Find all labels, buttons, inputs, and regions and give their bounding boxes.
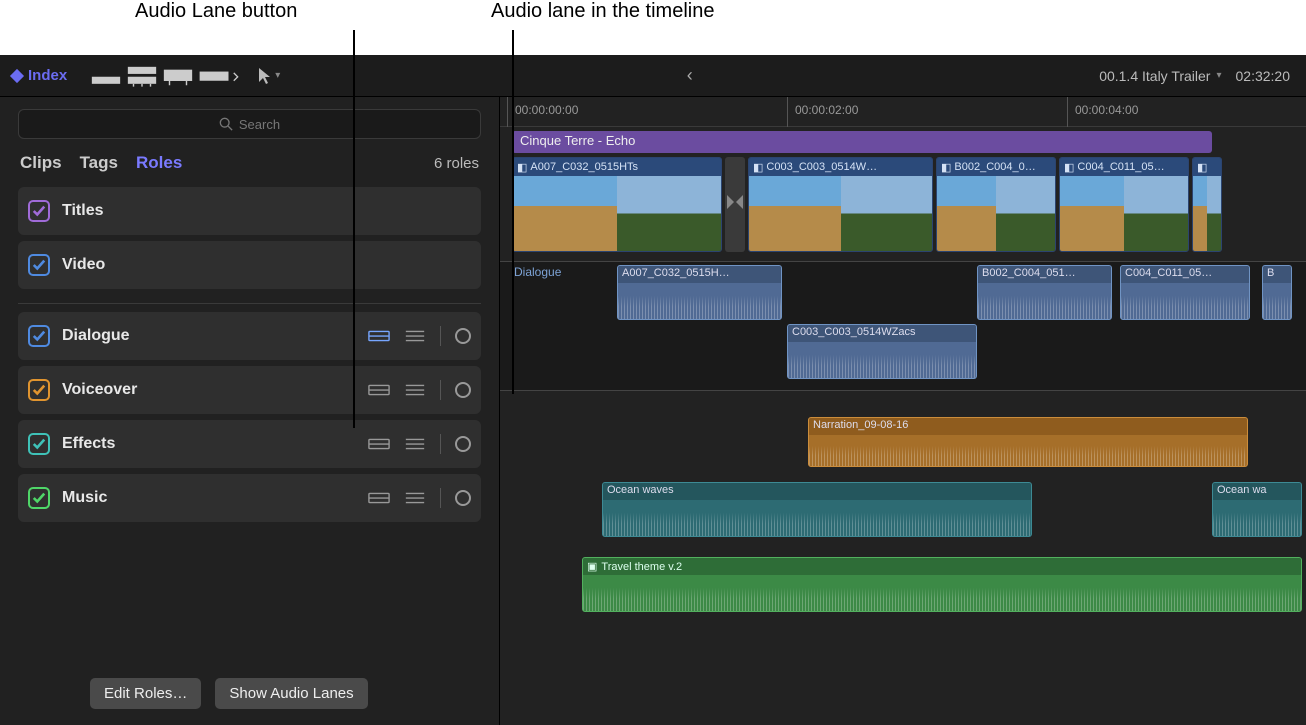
role-row-music[interactable]: Music (18, 474, 481, 522)
transition-icon[interactable] (725, 157, 745, 252)
audio-clip[interactable]: Ocean wa (1212, 482, 1302, 537)
dialogue-lane-label: Dialogue (514, 265, 561, 279)
audio-lane-icon[interactable] (368, 328, 390, 344)
audio-clip[interactable]: B (1262, 265, 1292, 320)
ruler-tick: 00:00:02:00 (795, 103, 858, 117)
annotation-audio-lane-timeline: Audio lane in the timeline (491, 0, 714, 23)
index-diamond-icon (10, 68, 24, 82)
primary-storyline: ◧A007_C032_0515HTs ◧C003_C003_0514W… ◧B0… (512, 157, 1302, 252)
clip-label: C003_C003_0514W… (766, 161, 877, 173)
audio-clip[interactable]: Ocean waves (602, 482, 1032, 537)
clip-appearance-2[interactable] (125, 63, 159, 89)
tab-tags[interactable]: Tags (80, 153, 118, 173)
index-tabs: Clips Tags Roles 6 roles (0, 139, 499, 183)
clip-appearance-4[interactable] (197, 63, 239, 89)
role-row-titles[interactable]: Titles (18, 187, 481, 235)
role-row-voiceover[interactable]: Voiceover (18, 366, 481, 414)
role-checkbox[interactable] (28, 487, 50, 509)
clip-label: C004_C011_05… (1125, 267, 1212, 279)
annotation-audio-lane-button: Audio Lane button (135, 0, 297, 23)
clip-label: C003_C003_0514WZacs (792, 326, 916, 338)
clip-label: Narration_09-08-16 (813, 419, 908, 431)
video-clip[interactable]: ◧A007_C032_0515HTs (512, 157, 722, 252)
show-subroles-icon[interactable] (404, 328, 426, 344)
audio-clip[interactable]: B002_C004_051… (977, 265, 1112, 320)
timeline-back-button[interactable]: ‹ (667, 65, 713, 86)
audio-clip[interactable]: Narration_09-08-16 (808, 417, 1248, 467)
audio-clip[interactable]: C004_C011_05… (1120, 265, 1250, 320)
clip-appearance-1[interactable] (89, 63, 123, 89)
roles-footer: Edit Roles… Show Audio Lanes (0, 678, 499, 725)
project-title-menu[interactable]: 00.1.4 Italy Trailer ▾ (1099, 68, 1221, 84)
show-subroles-icon[interactable] (404, 436, 426, 452)
role-label: Music (62, 489, 107, 507)
title-clip[interactable]: Cinque Terre - Echo (512, 131, 1212, 153)
role-checkbox[interactable] (28, 433, 50, 455)
role-row-effects[interactable]: Effects (18, 420, 481, 468)
role-label: Dialogue (62, 327, 130, 345)
search-field[interactable]: Search (18, 109, 481, 139)
clip-label: B002_C004_0… (954, 161, 1035, 173)
project-title: 00.1.4 Italy Trailer (1099, 68, 1210, 84)
role-checkbox[interactable] (28, 325, 50, 347)
search-icon (219, 117, 233, 131)
clip-label: A007_C032_0515HTs (530, 161, 638, 173)
index-button[interactable]: Index (8, 67, 79, 84)
index-label: Index (28, 67, 67, 84)
audio-clip[interactable]: ▣ Travel theme v.2 (582, 557, 1302, 612)
roles-count: 6 roles (434, 155, 479, 172)
video-clip[interactable]: ◧B002_C004_0… (936, 157, 1056, 252)
video-clip[interactable]: ◧C003_C003_0514W… (748, 157, 933, 252)
roles-index-sidebar: Search Clips Tags Roles 6 roles Titles V… (0, 55, 500, 725)
chevron-down-icon: ▾ (1216, 70, 1221, 81)
focus-role-icon[interactable] (455, 490, 471, 506)
compound-clip-icon: ▣ (587, 560, 597, 573)
clip-label: A007_C032_0515H… (622, 267, 730, 279)
select-tool[interactable]: ▾ (257, 66, 280, 86)
project-timecode: 02:32:20 (1236, 68, 1291, 84)
role-checkbox[interactable] (28, 379, 50, 401)
show-subroles-icon[interactable] (404, 490, 426, 506)
role-checkbox[interactable] (28, 254, 50, 276)
clip-appearance-3[interactable] (161, 63, 195, 89)
timeline-ruler[interactable]: 00:00:00:00 00:00:02:00 00:00:04:00 (500, 97, 1306, 127)
tab-clips[interactable]: Clips (20, 153, 62, 173)
timeline[interactable]: 00:00:00:00 00:00:02:00 00:00:04:00 Cinque… (500, 55, 1306, 725)
role-label: Video (62, 256, 105, 274)
clip-appearance-group (89, 63, 239, 89)
app-window: Index ▾ ‹ 00.1.4 Italy Trailer ▾ 02:32:2… (0, 55, 1306, 725)
video-clip[interactable]: ◧ (1192, 157, 1222, 252)
role-row-video[interactable]: Video (18, 241, 481, 289)
audio-clip[interactable]: A007_C032_0515H… (617, 265, 782, 320)
clip-label: Ocean waves (607, 484, 674, 496)
role-label: Effects (62, 435, 115, 453)
role-checkbox[interactable] (28, 200, 50, 222)
focus-role-icon[interactable] (455, 328, 471, 344)
ruler-tick: 00:00:04:00 (1075, 103, 1138, 117)
ruler-tick: 00:00:00:00 (515, 103, 578, 117)
focus-role-icon[interactable] (455, 436, 471, 452)
clip-label: Ocean wa (1217, 484, 1267, 496)
focus-role-icon[interactable] (455, 382, 471, 398)
show-subroles-icon[interactable] (404, 382, 426, 398)
role-row-dialogue[interactable]: Dialogue (18, 312, 481, 360)
role-label: Voiceover (62, 381, 137, 399)
audio-lane-icon[interactable] (368, 382, 390, 398)
role-list: Titles Video Dialogue Voiceover Effects (0, 183, 499, 532)
toolbar: Index ▾ ‹ 00.1.4 Italy Trailer ▾ 02:32:2… (0, 55, 1306, 97)
audio-lane-icon[interactable] (368, 436, 390, 452)
clip-label: Travel theme v.2 (601, 561, 682, 573)
tab-roles[interactable]: Roles (136, 153, 182, 173)
search-placeholder: Search (239, 117, 280, 132)
edit-roles-button[interactable]: Edit Roles… (90, 678, 201, 709)
audio-lane-icon[interactable] (368, 490, 390, 506)
audio-clip[interactable]: C003_C003_0514WZacs (787, 324, 977, 379)
clip-label: B (1267, 267, 1274, 279)
clip-label: B002_C004_051… (982, 267, 1076, 279)
show-audio-lanes-button[interactable]: Show Audio Lanes (215, 678, 367, 709)
clip-label: C004_C011_05… (1077, 161, 1164, 173)
chevron-down-icon: ▾ (275, 70, 280, 81)
video-clip[interactable]: ◧C004_C011_05… (1059, 157, 1189, 252)
role-label: Titles (62, 202, 104, 220)
